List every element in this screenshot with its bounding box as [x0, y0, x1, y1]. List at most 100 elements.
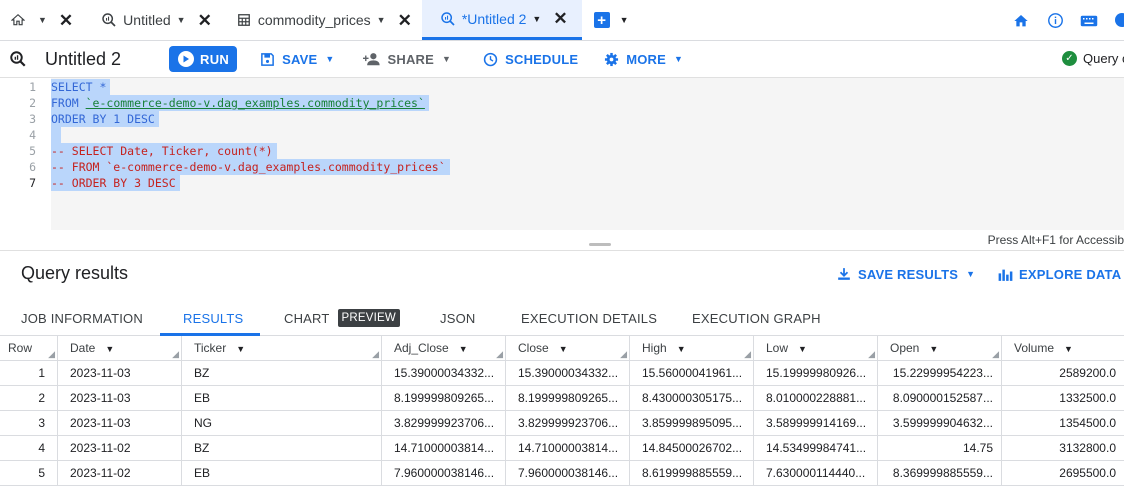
code-line	[51, 127, 1124, 143]
code-line: ORDER BY 1 DESC	[51, 111, 1124, 127]
tab-execution-details[interactable]: EXECUTION DETAILS	[521, 300, 657, 336]
save-button[interactable]: SAVE ▼	[258, 50, 334, 68]
tab-untitled-2[interactable]: *Untitled 2 ▼ ✕	[421, 0, 582, 40]
resize-icon[interactable]: ◢	[620, 350, 627, 359]
chevron-down-icon[interactable]: ▼	[377, 15, 386, 25]
resize-icon[interactable]: ◢	[496, 350, 503, 359]
close-icon[interactable]: ✕	[198, 12, 212, 29]
tab-home[interactable]: ▼ ✕	[0, 0, 83, 40]
chevron-down-icon: ▼	[442, 54, 452, 64]
close-icon[interactable]: ✕	[398, 12, 412, 29]
run-button[interactable]: RUN	[169, 46, 238, 72]
cell-high: 15.56000041961...	[630, 361, 754, 386]
line-number: 3	[29, 112, 36, 126]
code-text: FROM `e-commerce-demo-v.dag_examples.com…	[51, 95, 429, 111]
tab-job-information[interactable]: JOB INFORMATION	[21, 300, 143, 336]
cell-high: 8.619999885559...	[630, 461, 754, 486]
chevron-down-icon[interactable]: ▼	[677, 344, 686, 354]
tab-execution-graph[interactable]: EXECUTION GRAPH	[692, 300, 821, 336]
tab-label: *Untitled 2	[461, 10, 527, 27]
table-body: 1 2023-11-03 BZ 15.39000034332... 15.3900003…	[0, 361, 1124, 486]
column-header-high[interactable]: High ▼ ◢	[630, 336, 754, 361]
schedule-button[interactable]: SCHEDULE	[481, 50, 578, 68]
cell-ticker: NG	[182, 411, 382, 436]
results-table: Row ◢ Date ▼ ◢ Ticker ▼ ◢ Adj_Close ▼ ◢ Clo…	[0, 336, 1124, 486]
code-line: SELECT *	[51, 79, 1124, 95]
explore-data-button[interactable]: EXPLORE DATA ▼	[997, 266, 1124, 282]
close-icon[interactable]: ✕	[59, 12, 73, 29]
cell-adj-close: 8.199999809265...	[382, 386, 506, 411]
add-person-icon	[363, 50, 381, 68]
chevron-down-icon[interactable]: ▼	[177, 15, 186, 25]
resize-icon[interactable]: ◢	[868, 350, 875, 359]
table-row[interactable]: 1 2023-11-03 BZ 15.39000034332... 15.3900003…	[0, 361, 1124, 386]
plus-icon[interactable]: +	[593, 12, 610, 28]
column-header-row[interactable]: Row ◢	[0, 336, 58, 361]
query-toolbar: Untitled 2 RUN SAVE ▼ SHARE ▼ SCHEDULE M…	[0, 41, 1124, 78]
resize-icon[interactable]: ◢	[992, 350, 999, 359]
cell-open: 15.22999954223...	[878, 361, 1002, 386]
column-header-close[interactable]: Close ▼ ◢	[506, 336, 630, 361]
table-row[interactable]: 4 2023-11-02 BZ 14.71000003814... 14.7100000…	[0, 436, 1124, 461]
code-area[interactable]: SELECT * FROM `e-commerce-demo-v.dag_exa…	[51, 78, 1124, 230]
more-button[interactable]: MORE ▼	[602, 50, 683, 68]
resize-icon[interactable]: ◢	[48, 350, 55, 359]
close-icon[interactable]: ✕	[553, 10, 567, 27]
tab-chart[interactable]: CHART PREVIEW	[284, 300, 400, 336]
save-results-button[interactable]: SAVE RESULTS ▼	[836, 266, 975, 282]
tab-commodity-prices[interactable]: commodity_prices ▼ ✕	[222, 0, 422, 40]
code-text: -- SELECT Date, Ticker, count(*)	[51, 143, 277, 159]
cell-ticker: BZ	[182, 436, 382, 461]
table-row[interactable]: 2 2023-11-03 EB 8.199999809265... 8.19999980…	[0, 386, 1124, 411]
column-header-low[interactable]: Low ▼ ◢	[754, 336, 878, 361]
code-text: -- FROM `e-commerce-demo-v.dag_examples.…	[51, 159, 450, 175]
chevron-down-icon[interactable]: ▼	[929, 344, 938, 354]
cell-low: 3.589999914169...	[754, 411, 878, 436]
play-icon	[178, 51, 195, 67]
chevron-down-icon: ▼	[325, 54, 335, 64]
chevron-down-icon[interactable]: ▼	[105, 344, 114, 354]
query-status: ✓ Query c	[1062, 51, 1124, 66]
cell-row-number: 3	[0, 411, 58, 436]
resize-icon[interactable]: ◢	[744, 350, 751, 359]
cell-volume: 2695500.0	[1059, 466, 1116, 480]
code-text: -- ORDER BY 3 DESC	[51, 175, 180, 191]
column-header-open[interactable]: Open ▼ ◢	[878, 336, 1002, 361]
keyboard-icon[interactable]	[1080, 12, 1098, 30]
cell-row-number: 2	[0, 386, 58, 411]
cell-date: 2023-11-02	[58, 461, 182, 486]
cell-adj-close: 15.39000034332...	[382, 361, 506, 386]
share-button[interactable]: SHARE ▼	[363, 50, 451, 68]
chevron-down-icon[interactable]: ▼	[620, 15, 629, 25]
chevron-down-icon[interactable]: ▼	[236, 344, 245, 354]
tab-bar-actions	[1012, 0, 1124, 41]
resize-icon[interactable]: ◢	[372, 350, 379, 359]
resize-icon[interactable]: ◢	[172, 350, 179, 359]
column-header-adj-close[interactable]: Adj_Close ▼ ◢	[382, 336, 506, 361]
chevron-down-icon[interactable]: ▼	[532, 14, 541, 24]
chevron-down-icon[interactable]: ▼	[459, 344, 468, 354]
chevron-down-icon[interactable]: ▼	[798, 344, 807, 354]
column-header-ticker[interactable]: Ticker ▼ ◢	[182, 336, 382, 361]
column-header-volume[interactable]: Volume ▼	[1002, 336, 1124, 361]
table-row[interactable]: 5 2023-11-02 EB 7.960000038146... 7.96000003…	[0, 461, 1124, 486]
info-icon[interactable]	[1046, 12, 1064, 30]
chevron-down-icon[interactable]: ▼	[559, 344, 568, 354]
table-row[interactable]: 3 2023-11-03 NG 3.829999923706... 3.82999992…	[0, 411, 1124, 436]
tab-results[interactable]: RESULTS	[183, 300, 243, 336]
column-header-date[interactable]: Date ▼ ◢	[58, 336, 182, 361]
resize-handle[interactable]	[589, 243, 611, 246]
tab-untitled[interactable]: Untitled ▼ ✕	[83, 0, 222, 40]
sql-editor[interactable]: 1 2 3 4 5 6 7 SELECT * FROM `e-commerce-…	[0, 78, 1124, 250]
schedule-label: SCHEDULE	[505, 51, 579, 67]
query-icon	[101, 12, 117, 28]
cell-volume: 1332500.0	[1059, 391, 1116, 405]
home-icon[interactable]	[1012, 12, 1030, 30]
chevron-down-icon[interactable]: ▼	[38, 15, 47, 25]
cell-date: 2023-11-03	[58, 361, 182, 386]
tab-json[interactable]: JSON	[440, 300, 475, 336]
share-label: SHARE	[387, 51, 434, 67]
chat-icon[interactable]	[1114, 12, 1124, 30]
new-tab-button[interactable]: + ▼	[582, 0, 635, 40]
chevron-down-icon[interactable]: ▼	[1064, 344, 1073, 354]
